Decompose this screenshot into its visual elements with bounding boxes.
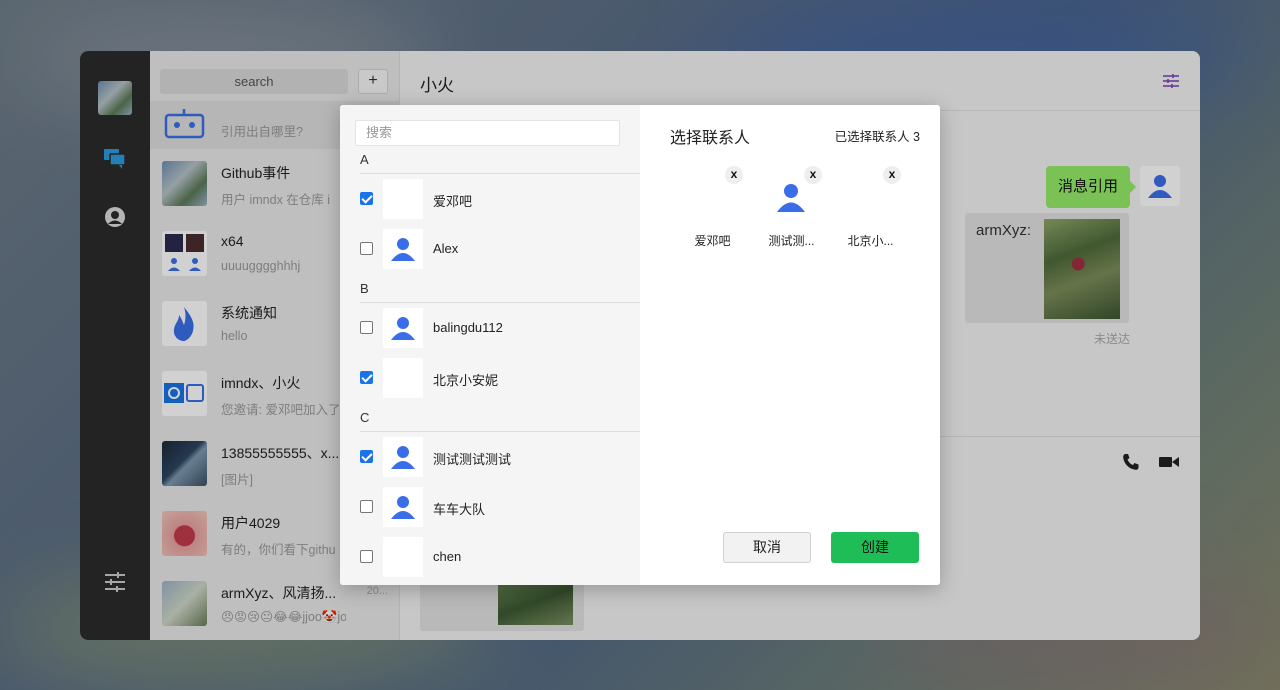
checkbox[interactable] — [360, 321, 373, 334]
selected-panel: 选择联系人 已选择联系人 3 x 爱邓吧 x 测试测... x 北京小... 取… — [640, 105, 940, 585]
contact-row[interactable]: 爱邓吧 — [340, 174, 640, 224]
contact-row[interactable]: balingdu112 — [340, 303, 640, 353]
checkbox[interactable] — [360, 450, 373, 463]
checkbox[interactable] — [360, 550, 373, 563]
contact-name: 北京小安妮 — [433, 373, 499, 388]
group-header: C — [360, 410, 370, 425]
selected-label: 测试测... — [768, 234, 815, 248]
contact-name: Alex — [433, 241, 459, 256]
remove-button[interactable]: x — [725, 166, 743, 184]
avatar — [383, 487, 423, 527]
avatar — [383, 437, 423, 477]
select-contacts-dialog: 搜索 A 爱邓吧 Alex B balingdu112 北京小安妮 C 测试测试… — [340, 105, 940, 585]
selected-contact: x 北京小... — [833, 166, 903, 255]
create-button[interactable]: 创建 — [831, 532, 919, 563]
selected-label: 爱邓吧 — [694, 234, 731, 248]
avatar — [383, 229, 423, 269]
checkbox[interactable] — [360, 242, 373, 255]
remove-button[interactable]: x — [804, 166, 822, 184]
contact-row[interactable]: Alex — [340, 224, 640, 274]
remove-button[interactable]: x — [883, 166, 901, 184]
avatar — [383, 179, 423, 219]
avatar — [383, 358, 423, 398]
group-header: A — [360, 152, 369, 167]
contact-name: 车车大队 — [433, 502, 486, 517]
contact-name: chen — [433, 549, 462, 564]
checkbox[interactable] — [360, 371, 373, 384]
contact-name: 爱邓吧 — [433, 194, 473, 209]
contact-row[interactable]: 北京小安妮 — [340, 353, 640, 403]
contact-name: balingdu112 — [433, 320, 503, 335]
contact-row[interactable]: 车车大队 — [340, 482, 640, 532]
selected-label: 北京小... — [847, 234, 894, 248]
group-header: B — [360, 281, 369, 296]
contact-name: 测试测试测试 — [433, 452, 512, 467]
avatar — [383, 537, 423, 577]
dialog-title: 选择联系人 — [670, 130, 751, 147]
contact-picker: 搜索 A 爱邓吧 Alex B balingdu112 北京小安妮 C 测试测试… — [340, 105, 640, 585]
cancel-button[interactable]: 取消 — [723, 532, 811, 563]
contact-row[interactable]: 测试测试测试 — [340, 432, 640, 482]
avatar — [383, 308, 423, 348]
contact-search-input[interactable]: 搜索 — [355, 120, 620, 146]
selected-contact: x 测试测... — [754, 166, 824, 255]
checkbox[interactable] — [360, 192, 373, 205]
contact-row[interactable]: chen — [340, 532, 640, 582]
checkbox[interactable] — [360, 500, 373, 513]
selected-contact: x 爱邓吧 — [675, 166, 745, 255]
selected-count: 已选择联系人 3 — [834, 130, 920, 144]
